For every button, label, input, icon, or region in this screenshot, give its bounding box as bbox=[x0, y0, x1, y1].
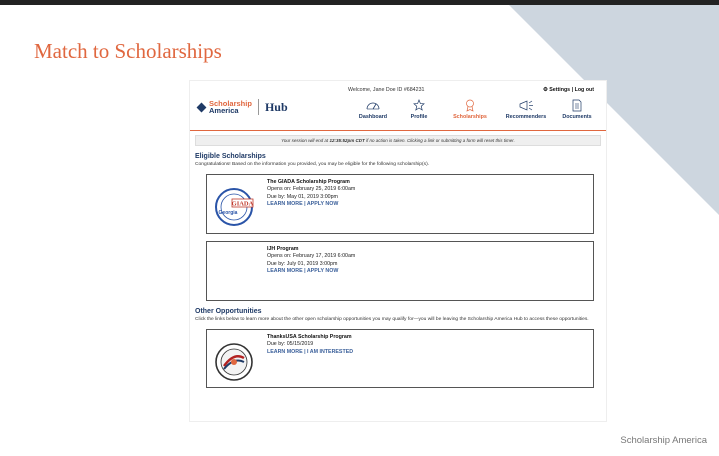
app-header: Welcome, Jane Doe ID #684231 ⚙ Settings … bbox=[190, 81, 606, 131]
hub-screenshot: Welcome, Jane Doe ID #684231 ⚙ Settings … bbox=[190, 81, 606, 421]
nav-dashboard[interactable]: Dashboard bbox=[350, 98, 396, 120]
slide-title: Match to Scholarships bbox=[34, 39, 222, 63]
learn-more-link[interactable]: LEARN MORE bbox=[267, 349, 303, 355]
due-date: Due by: July 01, 2019 3:00pm bbox=[267, 260, 338, 267]
learn-more-link[interactable]: LEARN MORE bbox=[267, 201, 303, 207]
scholarship-card: IJH Program Opens on: February 17, 2019 … bbox=[206, 241, 594, 301]
logout-link[interactable]: Log out bbox=[575, 87, 594, 93]
main-nav: Dashboard Profile Scholarships Recommend… bbox=[350, 98, 600, 120]
eligible-section-desc: Congratulations! Based on the informatio… bbox=[195, 162, 430, 167]
opens-date: Opens on: February 17, 2019 6:00am bbox=[267, 253, 356, 260]
card-actions: LEARN MORE | APPLY NOW bbox=[267, 201, 339, 208]
logo-text: Scholarship America bbox=[209, 99, 252, 115]
nav-scholarships[interactable]: Scholarships bbox=[442, 98, 498, 120]
scholarship-title: IJH Program bbox=[267, 246, 299, 252]
apply-now-link[interactable]: APPLY NOW bbox=[307, 268, 339, 274]
gauge-icon bbox=[366, 98, 380, 112]
logo-divider bbox=[257, 99, 259, 115]
due-date: Due by: 05/15/2019 bbox=[267, 341, 314, 348]
nav-recommenders[interactable]: Recommenders bbox=[498, 98, 554, 120]
megaphone-icon bbox=[518, 98, 534, 112]
session-timer-banner: Your session will end at 12:35:52pm CDT … bbox=[195, 135, 601, 146]
hub-wordmark: Hub bbox=[264, 99, 288, 114]
presentation-slide: Match to Scholarships Welcome, Jane Doe … bbox=[0, 0, 719, 456]
logo-mark-icon bbox=[196, 102, 207, 112]
opportunity-title: ThanksUSA Scholarship Program bbox=[267, 334, 352, 340]
document-icon bbox=[572, 98, 582, 112]
interested-link[interactable]: I AM INTERESTED bbox=[307, 349, 353, 355]
account-links: ⚙ Settings | Log out bbox=[543, 87, 594, 93]
card-actions: LEARN MORE | APPLY NOW bbox=[267, 268, 339, 275]
giada-seal-logo: GIADA Georgia bbox=[214, 187, 254, 227]
nav-documents[interactable]: Documents bbox=[554, 98, 600, 120]
scholarship-america-logo[interactable]: Scholarship America Hub bbox=[196, 99, 288, 115]
learn-more-link[interactable]: LEARN MORE bbox=[267, 268, 303, 274]
welcome-text: Welcome, Jane Doe ID #684231 bbox=[348, 87, 425, 93]
scholarship-title: The GIADA Scholarship Program bbox=[267, 179, 350, 185]
due-date: Due by: May 01, 2019 3:00pm bbox=[267, 193, 338, 200]
svg-text:GIADA: GIADA bbox=[232, 201, 254, 208]
apply-now-link[interactable]: APPLY NOW bbox=[307, 201, 339, 207]
thanksusa-seal-logo bbox=[214, 342, 254, 382]
star-icon bbox=[413, 98, 425, 112]
other-section-title: Other Opportunities bbox=[195, 308, 262, 315]
nav-profile[interactable]: Profile bbox=[396, 98, 442, 120]
other-section-desc: Click the links below to learn more abou… bbox=[195, 317, 589, 322]
footer-brand: Scholarship America bbox=[620, 435, 707, 446]
ribbon-icon bbox=[465, 98, 475, 112]
gear-icon: ⚙ bbox=[543, 87, 548, 93]
opportunity-card: ThanksUSA Scholarship Program Due by: 05… bbox=[206, 329, 594, 388]
card-actions: LEARN MORE | I AM INTERESTED bbox=[267, 348, 354, 355]
opens-date: Opens on: February 25, 2019 6:00am bbox=[267, 186, 356, 193]
settings-link[interactable]: Settings bbox=[549, 87, 570, 93]
svg-text:Georgia: Georgia bbox=[219, 210, 238, 216]
scholarship-card: GIADA Georgia The GIADA Scholarship Prog… bbox=[206, 174, 594, 234]
eligible-section-title: Eligible Scholarships bbox=[195, 153, 266, 160]
